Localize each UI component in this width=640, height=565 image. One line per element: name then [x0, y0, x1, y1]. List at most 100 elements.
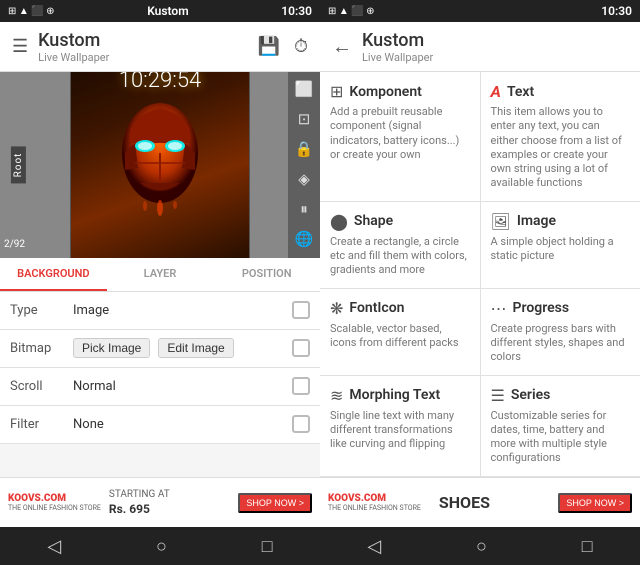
edit-image-button[interactable]: Edit Image [158, 338, 233, 358]
series-icon: ☰ [491, 386, 505, 405]
filter-label: Filter [10, 417, 65, 432]
layers-icon[interactable]: ◈ [298, 170, 310, 188]
nav-bar-left: ◁ ○ □ [0, 527, 320, 565]
app-subtitle-left: Live Wallpaper [38, 51, 109, 64]
morphingtext-icon: ≋ [330, 386, 343, 405]
right-toolbar: ← Kustom Live Wallpaper [320, 22, 640, 72]
status-bar-left: ⊞ ▲ ⬛ ⊕ Kustom 10:30 [0, 0, 320, 22]
shape-desc: Create a rectangle, a circle etc and fil… [330, 235, 470, 278]
back-icon[interactable]: ← [332, 34, 352, 59]
toolbar-left-section: ☰ Kustom Live Wallpaper [12, 30, 109, 64]
fonticon-title: FontIcon [349, 300, 404, 316]
iron-mask-image [110, 98, 210, 218]
recents-nav-icon-right[interactable]: □ [582, 536, 593, 557]
component-card-progress[interactable]: ⋯ Progress Create progress bars with dif… [481, 289, 640, 375]
component-card-series[interactable]: ☰ Series Customizable series for dates, … [481, 376, 640, 476]
fonticon-icon: ❋ [330, 299, 343, 318]
progress-icon: ⋯ [491, 299, 507, 318]
canvas-area: Root 10:29:54 [0, 72, 320, 258]
save-icon[interactable]: 💾 [258, 36, 280, 57]
card-header-fonticon: ❋ FontIcon [330, 299, 470, 318]
card-header-image: 🖼 Image [491, 212, 631, 231]
store-name-left: KOOVS.COM [8, 494, 101, 504]
banner-offer-left: STARTING AT Rs. 695 [109, 489, 170, 516]
shape-title: Shape [354, 213, 393, 229]
notification-icons: ⊞ ▲ ⬛ ⊕ [8, 6, 55, 17]
right-banner-logo: KOOVS.COM THE ONLINE FASHION STORE [328, 494, 421, 512]
tab-background[interactable]: BACKGROUND [0, 258, 107, 291]
scroll-value: Normal [73, 379, 284, 394]
app-title-right: Kustom [362, 30, 433, 51]
text-icon: A [491, 82, 501, 101]
component-card-morphingtext[interactable]: ≋ Morphing Text Single line text with ma… [320, 376, 480, 476]
scroll-checkbox[interactable] [292, 377, 310, 395]
component-card-fonticon[interactable]: ❋ FontIcon Scalable, vector based, icons… [320, 289, 480, 375]
component-card-shape[interactable]: ⬤ Shape Create a rectangle, a circle etc… [320, 202, 480, 288]
komponent-title: Komponent [349, 84, 421, 100]
prop-bitmap: Bitmap Pick Image Edit Image [0, 330, 320, 368]
back-nav-icon-right[interactable]: ◁ [367, 536, 381, 557]
series-desc: Customizable series for dates, time, bat… [491, 409, 631, 466]
komponent-icon: ⊞ [330, 82, 343, 101]
filter-value: None [73, 417, 284, 432]
left-banner-ad: KOOVS.COM THE ONLINE FASHION STORE START… [0, 477, 320, 527]
shop-now-button-right[interactable]: SHOP NOW > [558, 493, 632, 513]
shop-now-button-left[interactable]: SHOP NOW > [238, 493, 312, 513]
progress-desc: Create progress bars with different styl… [491, 322, 631, 365]
filter-checkbox[interactable] [292, 415, 310, 433]
wallpaper-preview[interactable]: 10:29:54 [70, 72, 250, 258]
frame-icon[interactable]: ⊡ [298, 110, 311, 128]
komponent-desc: Add a prebuilt reusable component (signa… [330, 105, 470, 162]
clock-display: 10:29:54 [119, 72, 201, 93]
monitor-icon[interactable]: ⬜ [295, 80, 314, 98]
time-display-left: 10:30 [281, 4, 312, 18]
card-header-shape: ⬤ Shape [330, 212, 470, 231]
layer-count: 2/92 [4, 239, 25, 250]
card-header-series: ☰ Series [491, 386, 631, 405]
home-nav-icon-left[interactable]: ○ [156, 536, 167, 557]
recents-nav-icon-left[interactable]: □ [262, 536, 273, 557]
root-label: Root [11, 146, 26, 183]
right-banner-ad: KOOVS.COM THE ONLINE FASHION STORE SHOES… [320, 477, 640, 527]
left-panel: ⊞ ▲ ⬛ ⊕ Kustom 10:30 ☰ Kustom Live Wallp… [0, 0, 320, 565]
bitmap-checkbox[interactable] [292, 339, 310, 357]
time-left: Kustom [147, 4, 188, 18]
right-panel: ⊞ ▲ ⬛ ⊕ 10:30 ← Kustom Live Wallpaper ⊞ … [320, 0, 640, 565]
offer-label-left: STARTING AT [109, 489, 170, 500]
tab-position[interactable]: POSITION [213, 258, 320, 291]
progress-title: Progress [513, 300, 570, 316]
morphingtext-title: Morphing Text [349, 387, 440, 403]
morphingtext-desc: Single line text with many different tra… [330, 409, 470, 452]
component-card-image[interactable]: 🖼 Image A simple object holding a static… [481, 202, 640, 288]
home-nav-icon-right[interactable]: ○ [476, 536, 487, 557]
type-checkbox[interactable] [292, 301, 310, 319]
image-desc: A simple object holding a static picture [491, 235, 631, 264]
type-value: Image [73, 303, 284, 318]
bitmap-label: Bitmap [10, 341, 65, 356]
status-bar-right: ⊞ ▲ ⬛ ⊕ 10:30 [320, 0, 640, 22]
pause-icon[interactable]: ⏸ [300, 200, 308, 218]
prop-type: Type Image [0, 292, 320, 330]
series-title: Series [511, 387, 550, 403]
component-card-komponent[interactable]: ⊞ Komponent Add a prebuilt reusable comp… [320, 72, 480, 201]
card-header-morphingtext: ≋ Morphing Text [330, 386, 470, 405]
pick-image-button[interactable]: Pick Image [73, 338, 150, 358]
lock-icon[interactable]: 🔒 [295, 140, 314, 158]
back-nav-icon-left[interactable]: ◁ [47, 536, 61, 557]
right-title-block: Kustom Live Wallpaper [362, 30, 433, 64]
app-subtitle-right: Live Wallpaper [362, 51, 433, 64]
left-banner-logo: KOOVS.COM THE ONLINE FASHION STORE [8, 494, 101, 512]
side-controls: ⬜ ⊡ 🔒 ◈ ⏸ 🌐 [288, 72, 320, 258]
prop-filter: Filter None [0, 406, 320, 444]
globe-icon[interactable]: 🌐 [295, 230, 314, 248]
property-tabs: BACKGROUND LAYER POSITION [0, 258, 320, 292]
image-title: Image [517, 213, 556, 229]
card-header-progress: ⋯ Progress [491, 299, 631, 318]
hamburger-icon[interactable]: ☰ [12, 36, 28, 57]
tab-layer[interactable]: LAYER [107, 258, 214, 291]
offer-text-right: SHOES [439, 493, 490, 512]
notification-icons-right: ⊞ ▲ ⬛ ⊕ [328, 6, 375, 17]
history-icon[interactable]: ⏱ [294, 36, 308, 57]
component-card-text[interactable]: A Text This item allows you to enter any… [481, 72, 640, 201]
store-name-right: KOOVS.COM [328, 494, 421, 504]
